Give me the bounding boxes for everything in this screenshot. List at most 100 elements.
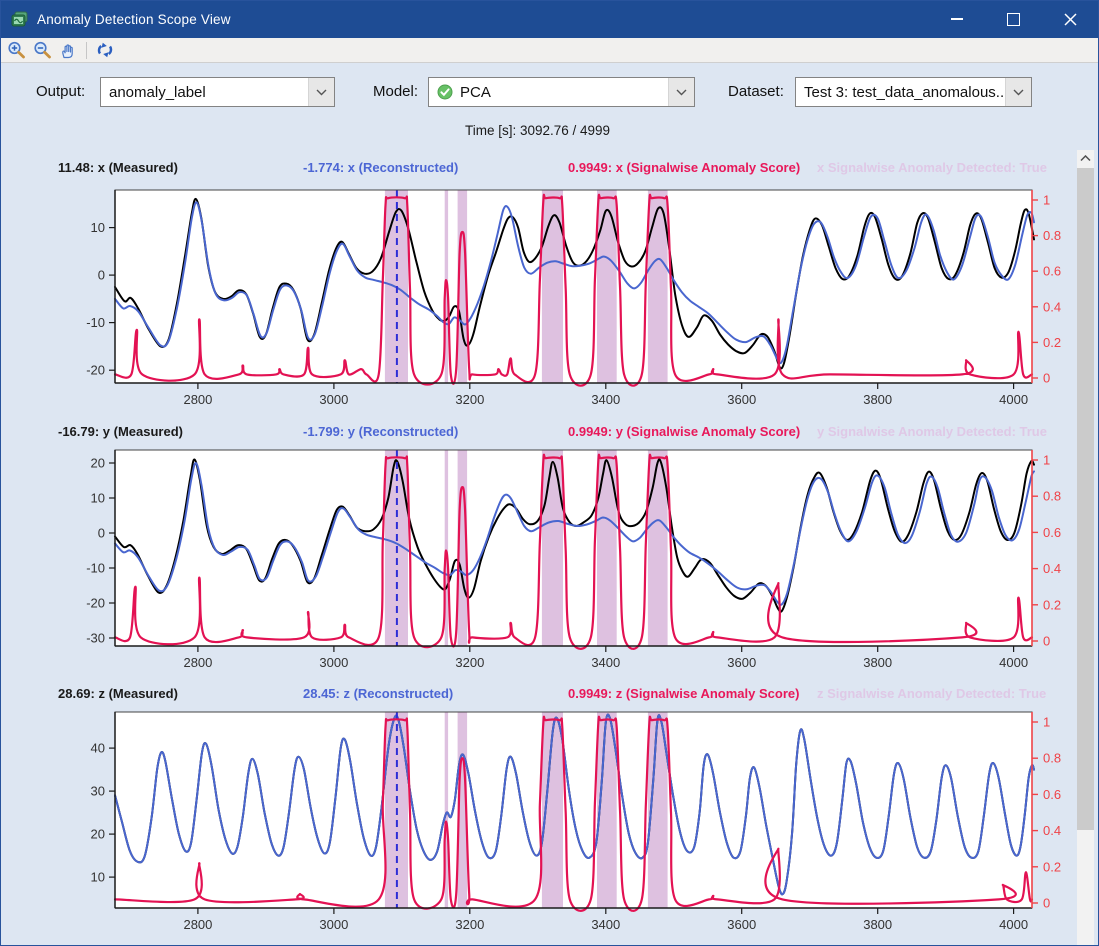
plot-background xyxy=(115,190,1032,383)
chart-x-detected-label: x Signalwise Anomaly Detected: True xyxy=(817,160,1047,175)
zoom-out-button[interactable] xyxy=(29,39,55,61)
vertical-scrollbar[interactable] xyxy=(1077,150,1094,946)
refresh-icon xyxy=(96,41,114,59)
chart-y-measured-label: -16.79: y (Measured) xyxy=(58,424,183,439)
minimize-button[interactable] xyxy=(928,0,985,38)
axis-tick-label: 20 xyxy=(91,827,105,842)
axis-tick-label: 3600 xyxy=(727,392,756,407)
chart-z-detected-label: z Signalwise Anomaly Detected: True xyxy=(817,686,1046,701)
chart-x-reconstructed-label: -1.774: x (Reconstructed) xyxy=(303,160,458,175)
axis-tick-label: 0.2 xyxy=(1043,335,1061,350)
titlebar: Anomaly Detection Scope View xyxy=(0,0,1099,38)
chart-z-score-label: 0.9949: z (Signalwise Anomaly Score) xyxy=(568,686,799,701)
axis-tick-label: 4000 xyxy=(999,655,1028,670)
chart-x-measured-label: 11.48: x (Measured) xyxy=(58,160,178,175)
refresh-button[interactable] xyxy=(92,39,118,61)
axis-tick-label: 1 xyxy=(1043,453,1050,468)
axis-tick-label: 0.6 xyxy=(1043,787,1061,802)
axis-tick-label: 3000 xyxy=(319,655,348,670)
pan-hand-icon xyxy=(59,41,77,59)
axis-tick-label: 0.6 xyxy=(1043,525,1061,540)
time-readout: Time [s]: 3092.76 / 4999 xyxy=(0,123,1075,138)
axis-tick-label: 10 xyxy=(91,490,105,505)
axis-tick-label: 3800 xyxy=(863,917,892,932)
chart-y-reconstructed-label: -1.799: y (Reconstructed) xyxy=(303,424,458,439)
axis-tick-label: 3200 xyxy=(455,655,484,670)
toolbar xyxy=(0,38,1099,63)
close-button[interactable] xyxy=(1042,0,1099,38)
anomaly-band xyxy=(597,190,617,383)
app-icon xyxy=(11,11,28,28)
anomaly-band xyxy=(542,190,563,383)
axis-tick-label: 20 xyxy=(91,455,105,470)
axis-tick-label: 2800 xyxy=(183,917,212,932)
maximize-icon xyxy=(1007,13,1020,26)
axis-tick-label: 0 xyxy=(98,268,105,283)
axis-tick-label: 30 xyxy=(91,784,105,799)
chart-x-score-label: 0.9949: x (Signalwise Anomaly Score) xyxy=(568,160,800,175)
chart-y-detected-label: y Signalwise Anomaly Detected: True xyxy=(817,424,1047,439)
dataset-value: Test 3: test_data_anomalous... xyxy=(804,84,1005,101)
dataset-label: Dataset: xyxy=(728,77,784,107)
axis-tick-label: 3600 xyxy=(727,917,756,932)
axis-tick-label: -10 xyxy=(86,315,105,330)
maximize-button[interactable] xyxy=(985,0,1042,38)
output-value: anomaly_label xyxy=(109,84,206,101)
axis-tick-label: 40 xyxy=(91,741,105,756)
axis-tick-label: 1 xyxy=(1043,715,1050,730)
output-dropdown[interactable]: anomaly_label xyxy=(100,77,335,107)
axis-tick-label: 3800 xyxy=(863,655,892,670)
axis-tick-label: 3400 xyxy=(591,917,620,932)
axis-tick-label: 3400 xyxy=(591,392,620,407)
axis-tick-label: 0.2 xyxy=(1043,859,1061,874)
axis-tick-label: 0 xyxy=(1043,634,1050,649)
chart-y-score-label: 0.9949: y (Signalwise Anomaly Score) xyxy=(568,424,800,439)
plot-background xyxy=(115,712,1032,908)
toolbar-separator xyxy=(86,42,87,59)
zoom-in-button[interactable] xyxy=(3,39,29,61)
axis-tick-label: 3200 xyxy=(455,917,484,932)
axis-tick-label: 0 xyxy=(1043,896,1050,911)
close-icon xyxy=(1064,13,1077,26)
axis-tick-label: 0.4 xyxy=(1043,823,1061,838)
dataset-dropdown[interactable]: Test 3: test_data_anomalous... xyxy=(795,77,1032,107)
model-status-check-icon xyxy=(437,84,453,100)
chart-z-reconstructed-label: 28.45: z (Reconstructed) xyxy=(303,686,453,701)
window-controls xyxy=(928,0,1099,38)
axis-tick-label: 10 xyxy=(91,870,105,885)
zoom-in-icon xyxy=(7,41,26,60)
axis-tick-label: 1 xyxy=(1043,193,1050,208)
axis-tick-label: 0.8 xyxy=(1043,751,1061,766)
charts-canvas[interactable]: 100-10-2010.80.60.40.2028003000320034003… xyxy=(0,0,1075,946)
axis-tick-label: 0 xyxy=(98,525,105,540)
pan-button[interactable] xyxy=(55,39,81,61)
axis-tick-label: -20 xyxy=(86,595,105,610)
axis-tick-label: -10 xyxy=(86,560,105,575)
plot-background xyxy=(115,450,1032,646)
axis-tick-label: 3600 xyxy=(727,655,756,670)
zoom-out-icon xyxy=(33,41,52,60)
chevron-down-icon xyxy=(1005,78,1031,106)
chevron-down-icon xyxy=(668,78,694,106)
axis-tick-label: 0.8 xyxy=(1043,489,1061,504)
anomaly-band xyxy=(542,450,563,646)
axis-tick-label: 3000 xyxy=(319,392,348,407)
window-title: Anomaly Detection Scope View xyxy=(37,12,231,27)
model-value: PCA xyxy=(460,84,491,101)
axis-tick-label: 0.4 xyxy=(1043,299,1061,314)
model-dropdown[interactable]: PCA xyxy=(428,77,695,107)
scrollbar-thumb[interactable] xyxy=(1077,168,1094,830)
axis-tick-label: 0.6 xyxy=(1043,264,1061,279)
chevron-up-icon xyxy=(1080,155,1091,162)
scrollbar-up-button[interactable] xyxy=(1077,150,1094,167)
axis-tick-label: 2800 xyxy=(183,392,212,407)
axis-tick-label: 4000 xyxy=(999,392,1028,407)
axis-tick-label: 10 xyxy=(91,220,105,235)
chart-z-measured-label: 28.69: z (Measured) xyxy=(58,686,178,701)
model-label: Model: xyxy=(373,77,418,107)
axis-tick-label: 2800 xyxy=(183,655,212,670)
axis-tick-label: 4000 xyxy=(999,917,1028,932)
axis-tick-label: 0.8 xyxy=(1043,228,1061,243)
axis-tick-label: 3200 xyxy=(455,392,484,407)
axis-tick-label: 3400 xyxy=(591,655,620,670)
